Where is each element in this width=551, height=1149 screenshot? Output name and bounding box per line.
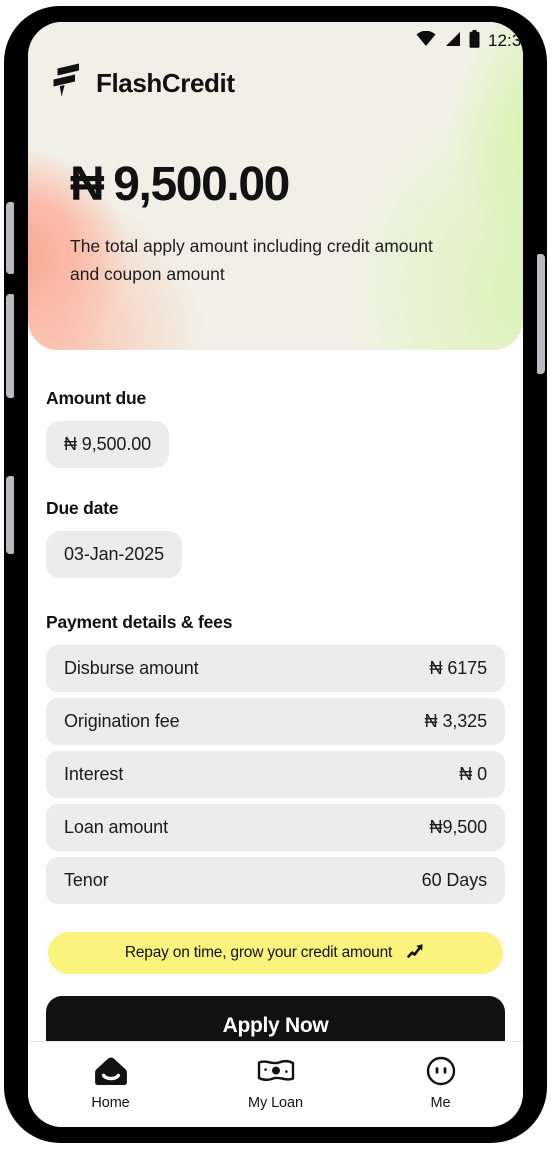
promo-text: Repay on time, grow your credit amount <box>124 944 393 961</box>
table-row: Loan amount ₦9,500 <box>46 804 505 851</box>
banknote-icon <box>256 1054 296 1088</box>
tab-my-loan[interactable]: My Loan <box>193 1054 358 1111</box>
hero-currency-symbol: ₦ <box>70 158 105 211</box>
table-row: Disburse amount ₦ 6175 <box>46 645 505 692</box>
payment-details-label: Payment details & fees <box>46 612 233 632</box>
volume-down-button[interactable] <box>6 294 14 398</box>
tab-label: Home <box>91 1095 130 1111</box>
volume-up-button[interactable] <box>6 202 14 274</box>
row-key: Disburse amount <box>64 658 199 678</box>
table-row: Interest ₦ 0 <box>46 751 505 798</box>
tab-label: My Loan <box>248 1095 303 1111</box>
payment-details-list: Disburse amount ₦ 6175 Origination fee ₦… <box>46 645 505 904</box>
status-bar: 12:30 <box>28 22 523 56</box>
row-key: Loan amount <box>64 817 168 837</box>
bottom-navigation: Home My Loan Me <box>28 1041 523 1127</box>
due-date-label: Due date <box>46 498 119 518</box>
row-value: ₦9,500 <box>429 817 488 837</box>
table-row: Tenor 60 Days <box>46 857 505 904</box>
hero-amount-value: 9,500.00 <box>113 158 290 211</box>
tab-label: Me <box>430 1095 451 1111</box>
due-date-value: 03-Jan-2025 <box>46 531 182 578</box>
home-icon <box>93 1054 129 1088</box>
row-value: ₦ 3,325 <box>424 711 487 731</box>
screenshot-root: 12:30 FlashCredit ₦9,500.00 The total ap… <box>0 0 551 1149</box>
flashcredit-logo-icon <box>48 62 82 105</box>
face-icon <box>426 1054 456 1088</box>
hero-description: The total apply amount including credit … <box>70 236 433 285</box>
brand-name: FlashCredit <box>96 68 235 98</box>
row-key: Interest <box>64 764 124 784</box>
trending-up-arrow-icon <box>406 941 426 966</box>
row-value: ₦ 6175 <box>429 658 488 678</box>
battery-icon <box>469 29 480 53</box>
amount-due-value: ₦ 9,500.00 <box>46 421 170 468</box>
power-button[interactable] <box>537 254 545 374</box>
tab-me[interactable]: Me <box>358 1054 523 1111</box>
hero-amount: ₦ 9,500.00 <box>70 157 523 212</box>
status-bar-time: 12:30 <box>487 31 523 50</box>
row-key: Origination fee <box>64 711 180 731</box>
content-body: Amount due ₦ 9,500.00 Due date 03-Jan-20… <box>28 388 523 904</box>
side-button-extra[interactable] <box>6 476 14 554</box>
tab-home[interactable]: Home <box>28 1054 193 1111</box>
row-key: Tenor <box>64 870 109 890</box>
amount-due-label: Amount due <box>46 388 147 408</box>
hero-card: 12:30 FlashCredit ₦9,500.00 The total ap… <box>28 22 523 350</box>
row-value: ₦ 0 <box>459 764 487 784</box>
phone-screen: 12:30 FlashCredit ₦9,500.00 The total ap… <box>28 22 523 1127</box>
row-value: 60 Days <box>421 870 487 890</box>
wifi-icon <box>416 30 436 52</box>
cellular-signal-icon <box>444 31 461 52</box>
table-row: Origination fee ₦ 3,325 <box>46 698 505 745</box>
promo-banner[interactable]: Repay on time, grow your credit amount <box>48 932 503 974</box>
